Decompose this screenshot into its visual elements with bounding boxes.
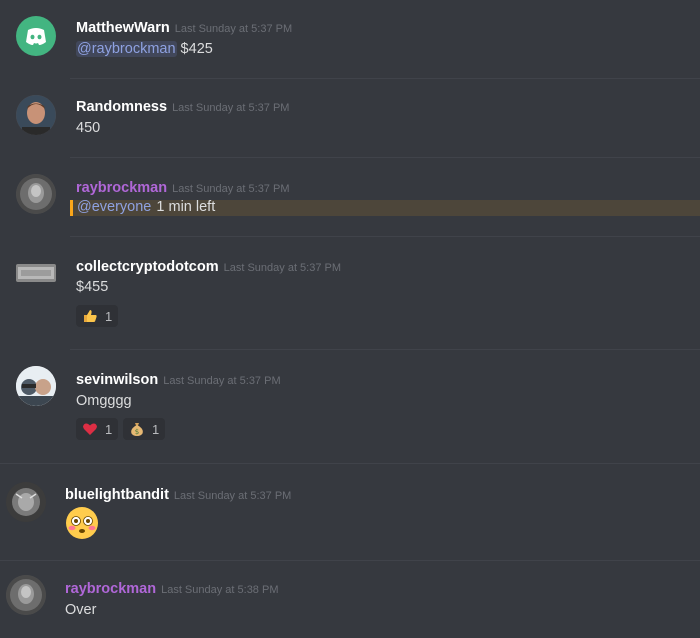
username[interactable]: collectcryptodotcom: [76, 259, 219, 275]
username[interactable]: raybrockman: [65, 581, 156, 597]
message-header: collectcryptodotcom Last Sunday at 5:37 P…: [76, 258, 341, 276]
username[interactable]: bluelightbandit: [65, 487, 169, 503]
message-text: Over: [65, 602, 97, 618]
timestamp: Last Sunday at 5:38 PM: [161, 584, 279, 596]
timestamp: Last Sunday at 5:37 PM: [172, 183, 290, 195]
message-text: $455: [76, 279, 109, 295]
avatar[interactable]: [16, 174, 56, 214]
message: collectcryptodotcom Last Sunday at 5:37 P…: [0, 237, 700, 349]
avatar[interactable]: [6, 575, 46, 615]
message-text: Omgggg: [76, 393, 132, 409]
discord-logo-icon: [26, 28, 46, 45]
thumbs-up-icon: [84, 310, 97, 322]
username[interactable]: Randomness: [76, 99, 167, 115]
user-mention[interactable]: @raybrockman: [76, 41, 177, 57]
avatar[interactable]: [16, 366, 56, 406]
message-text: 450: [76, 120, 101, 136]
message-header: MatthewWarn Last Sunday at 5:37 PM: [76, 19, 292, 37]
message: MatthewWarn Last Sunday at 5:37 PM @raybr…: [0, 0, 700, 78]
reaction-count: 1: [105, 308, 113, 324]
message-header: raybrockman Last Sunday at 5:37 PM: [76, 179, 290, 197]
everyone-mention[interactable]: @everyone: [76, 199, 152, 215]
flushed-face-icon: [66, 507, 98, 539]
avatar[interactable]: [16, 95, 56, 135]
message-content: @raybrockman $425: [76, 41, 213, 57]
username[interactable]: sevinwilson: [76, 372, 158, 388]
coin-bar-icon: [16, 264, 56, 282]
avatar[interactable]: [6, 482, 46, 522]
message: bluelightbandit Last Sunday at 5:37 PM: [0, 464, 700, 560]
coin-avatar-icon: [6, 575, 46, 615]
reaction-thumbs-up[interactable]: 1: [76, 305, 119, 327]
coin-avatar-icon: [16, 174, 56, 214]
timestamp: Last Sunday at 5:37 PM: [174, 23, 293, 35]
avatar[interactable]: [16, 16, 56, 56]
timestamp: Last Sunday at 5:37 PM: [163, 375, 281, 387]
username[interactable]: MatthewWarn: [76, 20, 170, 36]
username[interactable]: raybrockman: [76, 180, 167, 196]
message-header: sevinwilson Last Sunday at 5:37 PM: [76, 371, 281, 389]
user-photo-icon: [16, 95, 56, 135]
timestamp: Last Sunday at 5:37 PM: [223, 262, 342, 274]
avatar[interactable]: [16, 258, 56, 288]
message: raybrockman Last Sunday at 5:38 PM Over: [0, 561, 700, 638]
reaction-money-bag[interactable]: $ 1: [123, 418, 166, 440]
coin-avatar-icon: [6, 482, 46, 522]
heart-icon: [83, 423, 97, 435]
timestamp: Last Sunday at 5:37 PM: [172, 102, 290, 114]
message-text: 1 min left: [152, 199, 216, 215]
message-header: Randomness Last Sunday at 5:37 PM: [76, 98, 289, 116]
message-header: raybrockman Last Sunday at 5:38 PM: [65, 580, 279, 598]
reaction-heart[interactable]: 1: [76, 418, 119, 440]
message-text: $425: [176, 41, 213, 57]
money-bag-icon: $: [131, 423, 143, 436]
timestamp: Last Sunday at 5:37 PM: [173, 490, 292, 502]
svg-text:$: $: [135, 428, 139, 436]
reaction-count: 1: [105, 421, 113, 437]
message: raybrockman Last Sunday at 5:37 PM @every…: [0, 158, 700, 237]
message-header: bluelightbandit Last Sunday at 5:37 PM: [65, 486, 291, 504]
reaction-count: 1: [152, 421, 160, 437]
message-content: @everyone 1 min left: [76, 199, 215, 215]
message: sevinwilson Last Sunday at 5:37 PM Omgggg…: [0, 350, 700, 464]
message: Randomness Last Sunday at 5:37 PM 450: [0, 79, 700, 157]
user-photo-icon: [16, 366, 56, 406]
